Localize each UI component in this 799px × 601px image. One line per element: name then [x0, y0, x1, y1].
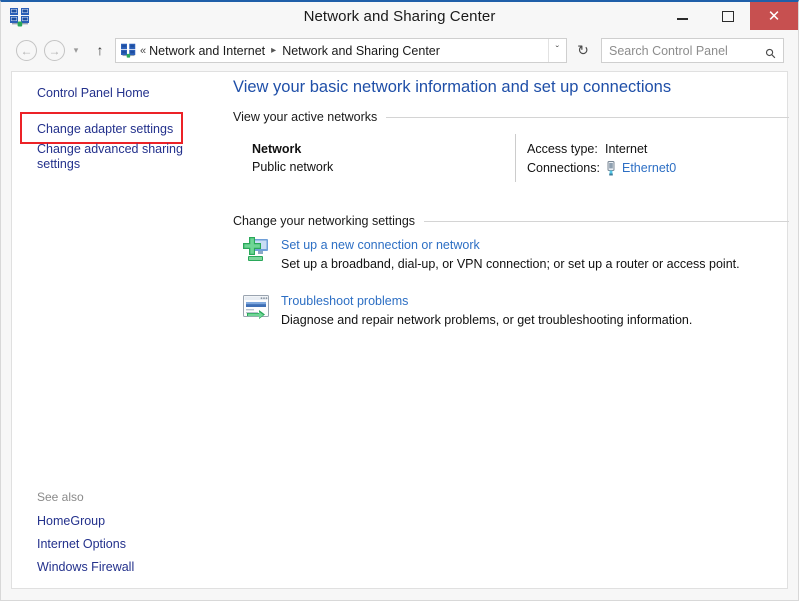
back-arrow-icon: ← [20, 43, 33, 58]
task-text: Set up a new connection or network Set u… [281, 235, 740, 274]
window-controls: ✕ [660, 2, 798, 30]
section-header-active-networks: View your active networks [233, 110, 789, 124]
sidebar-item-control-panel-home[interactable]: Control Panel Home [37, 86, 150, 101]
main-pane: View your basic network information and … [222, 72, 789, 588]
network-type: Public network [252, 160, 334, 174]
search-input[interactable]: Search Control Panel [602, 44, 765, 58]
breadcrumb-separator-icon: ▸ [271, 45, 277, 56]
new-connection-icon [240, 235, 272, 267]
access-type-value: Internet [605, 142, 648, 156]
task-link-troubleshoot-problems[interactable]: Troubleshoot problems [281, 294, 408, 308]
sidebar-item-change-advanced-sharing-settings[interactable]: Change advanced sharing settings [37, 142, 197, 172]
refresh-button[interactable]: ↻ [571, 38, 595, 63]
close-button[interactable]: ✕ [750, 2, 798, 30]
see-also-link-windows-firewall[interactable]: Windows Firewall [37, 560, 134, 574]
maximize-button[interactable] [705, 2, 750, 30]
access-type-row: Access type: Internet [527, 140, 676, 159]
section-header-networking-settings: Change your networking settings [233, 214, 789, 228]
sidebar-item-change-adapter-settings[interactable]: Change adapter settings [37, 122, 173, 137]
active-network-entry[interactable]: Network Public network [252, 140, 333, 176]
close-icon: ✕ [767, 7, 781, 25]
connections-row: Connections: Ethernet0 [527, 159, 676, 178]
section-title-active-networks: View your active networks [233, 110, 378, 124]
task-set-up-new-connection[interactable]: Set up a new connection or network Set u… [240, 235, 740, 274]
page-title: View your basic network information and … [233, 78, 672, 96]
back-button[interactable]: ← [16, 40, 37, 61]
section-rule [386, 116, 789, 118]
network-name: Network [252, 142, 302, 156]
minimize-icon [677, 18, 688, 20]
breadcrumb-network-icon [120, 43, 137, 58]
breadcrumb-item-network-and-sharing-center[interactable]: Network and Sharing Center [282, 44, 440, 58]
breadcrumb-item-network-and-internet[interactable]: Network and Internet [149, 44, 265, 58]
forward-button[interactable]: → [44, 40, 65, 61]
up-button[interactable]: ↑ [93, 42, 107, 58]
address-dropdown-icon[interactable]: ˇ [547, 39, 566, 62]
network-details: Access type: Internet Connections: Ether… [527, 140, 676, 178]
task-description-set-up-new-connection: Set up a broadband, dial-up, or VPN conn… [281, 257, 740, 271]
title-bar: Network and Sharing Center ✕ [1, 2, 798, 32]
content-area: Control Panel Home Change adapter settin… [11, 71, 789, 589]
see-also-heading: See also [37, 490, 84, 504]
network-details-divider [515, 134, 516, 182]
task-link-set-up-new-connection[interactable]: Set up a new connection or network [281, 238, 480, 252]
task-description-troubleshoot-problems: Diagnose and repair network problems, or… [281, 313, 693, 327]
ethernet-adapter-icon [605, 161, 617, 176]
sidebar: Control Panel Home Change adapter settin… [12, 72, 222, 588]
see-also-link-internet-options[interactable]: Internet Options [37, 537, 126, 551]
search-box[interactable]: Search Control Panel ⚲ [601, 38, 784, 63]
recent-locations-button[interactable]: ▾ [71, 45, 81, 55]
search-icon: ⚲ [762, 44, 780, 62]
forward-arrow-icon: → [48, 43, 61, 58]
see-also-link-homegroup[interactable]: HomeGroup [37, 514, 105, 528]
task-troubleshoot-problems[interactable]: Troubleshoot problems Diagnose and repai… [240, 291, 692, 330]
access-type-label: Access type: [527, 142, 598, 156]
connections-label: Connections: [527, 161, 600, 175]
task-text: Troubleshoot problems Diagnose and repai… [281, 291, 692, 330]
section-rule [424, 220, 789, 222]
section-title-networking-settings: Change your networking settings [233, 214, 416, 228]
minimize-button[interactable] [660, 2, 705, 30]
address-breadcrumb-bar[interactable]: « Network and Internet ▸ Network and Sha… [115, 38, 567, 63]
address-bar: ← → ▾ ↑ « Network and Internet ▸ Network… [1, 32, 798, 69]
network-sharing-center-window: Network and Sharing Center ✕ ← → ▾ ↑ « N… [0, 0, 799, 601]
maximize-icon [721, 10, 734, 22]
connection-link-ethernet0[interactable]: Ethernet0 [622, 159, 676, 178]
breadcrumb-overflow-icon[interactable]: « [140, 45, 146, 57]
troubleshoot-icon [240, 291, 272, 323]
